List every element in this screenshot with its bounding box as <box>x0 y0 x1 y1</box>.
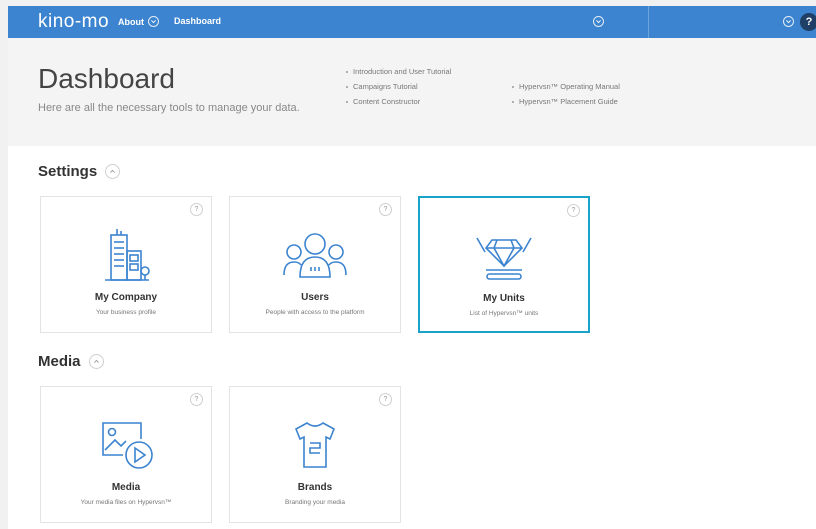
card-title: Users <box>301 292 329 303</box>
chevron-down-icon[interactable] <box>593 16 604 27</box>
link-campaigns-tutorial[interactable]: Campaigns Tutorial <box>346 79 451 94</box>
media-section-title: Media <box>38 353 81 370</box>
card-my-company[interactable]: ? My Company Your business profile <box>40 196 212 333</box>
card-title: Media <box>111 482 141 493</box>
card-media[interactable]: ? Media Your media files on Hypervsn™ <box>40 386 212 523</box>
chevron-down-icon[interactable] <box>783 16 794 27</box>
media-icon <box>41 417 211 472</box>
top-navigation-bar: kino-mo About Dashboard ? <box>8 6 816 38</box>
settings-section-header: Settings <box>38 163 121 180</box>
media-section-header: Media <box>38 353 104 370</box>
card-brands[interactable]: ? Brands Branding your media <box>229 386 401 523</box>
card-description: Your media files on Hypervsn™ <box>80 499 172 506</box>
app-frame: kino-mo About Dashboard ? Dashboard Here… <box>0 0 816 529</box>
card-description: People with access to the platform <box>265 309 365 316</box>
bullet-icon <box>512 85 514 88</box>
page-subtitle: Here are all the necessary tools to mana… <box>38 102 300 114</box>
link-content-constructor[interactable]: Content Constructor <box>346 94 451 109</box>
bullet-icon <box>346 85 348 88</box>
chevron-up-icon[interactable] <box>105 164 121 179</box>
nav-about-label: About <box>118 16 144 27</box>
help-icon[interactable]: ? <box>567 204 580 217</box>
page-header: Dashboard Here are all the necessary too… <box>8 38 816 146</box>
help-icon[interactable]: ? <box>190 393 203 406</box>
page-title: Dashboard <box>38 63 175 94</box>
help-button[interactable]: ? <box>800 13 816 31</box>
kinomo-logo[interactable]: kino-mo <box>38 11 109 33</box>
chevron-down-icon <box>148 16 159 27</box>
card-title: My Units <box>483 293 525 304</box>
card-description: Your business profile <box>95 309 157 316</box>
nav-about-menu[interactable]: About <box>118 16 159 27</box>
card-description: Branding your media <box>285 499 345 506</box>
settings-section-title: Settings <box>38 163 98 180</box>
diamond-hologram-icon <box>420 228 588 283</box>
manual-links-column: Hypervsn™ Operating Manual Hypervsn™ Pla… <box>512 79 620 109</box>
chevron-up-icon[interactable] <box>88 354 104 369</box>
card-users[interactable]: ? Users People with access to the platfo… <box>229 196 401 333</box>
link-operating-manual[interactable]: Hypervsn™ Operating Manual <box>512 79 620 94</box>
nav-dashboard-link[interactable]: Dashboard <box>174 16 221 26</box>
tutorial-links-column: Introduction and User Tutorial Campaigns… <box>346 64 451 109</box>
users-icon <box>230 227 400 282</box>
tshirt-icon <box>230 417 400 472</box>
bullet-icon <box>346 100 348 103</box>
bullet-icon <box>512 100 514 103</box>
bullet-icon <box>346 70 348 73</box>
help-icon[interactable]: ? <box>190 203 203 216</box>
link-placement-guide[interactable]: Hypervsn™ Placement Guide <box>512 94 620 109</box>
card-my-units[interactable]: ? My Units List of Hypervsn™ units <box>418 196 590 333</box>
building-icon <box>41 227 211 282</box>
help-icon[interactable]: ? <box>379 203 392 216</box>
link-intro-tutorial[interactable]: Introduction and User Tutorial <box>346 64 451 79</box>
card-description: List of Hypervsn™ units <box>469 310 539 317</box>
help-icon[interactable]: ? <box>379 393 392 406</box>
nav-divider <box>648 6 649 38</box>
card-title: My Company <box>94 292 158 303</box>
card-title: Brands <box>297 482 333 493</box>
